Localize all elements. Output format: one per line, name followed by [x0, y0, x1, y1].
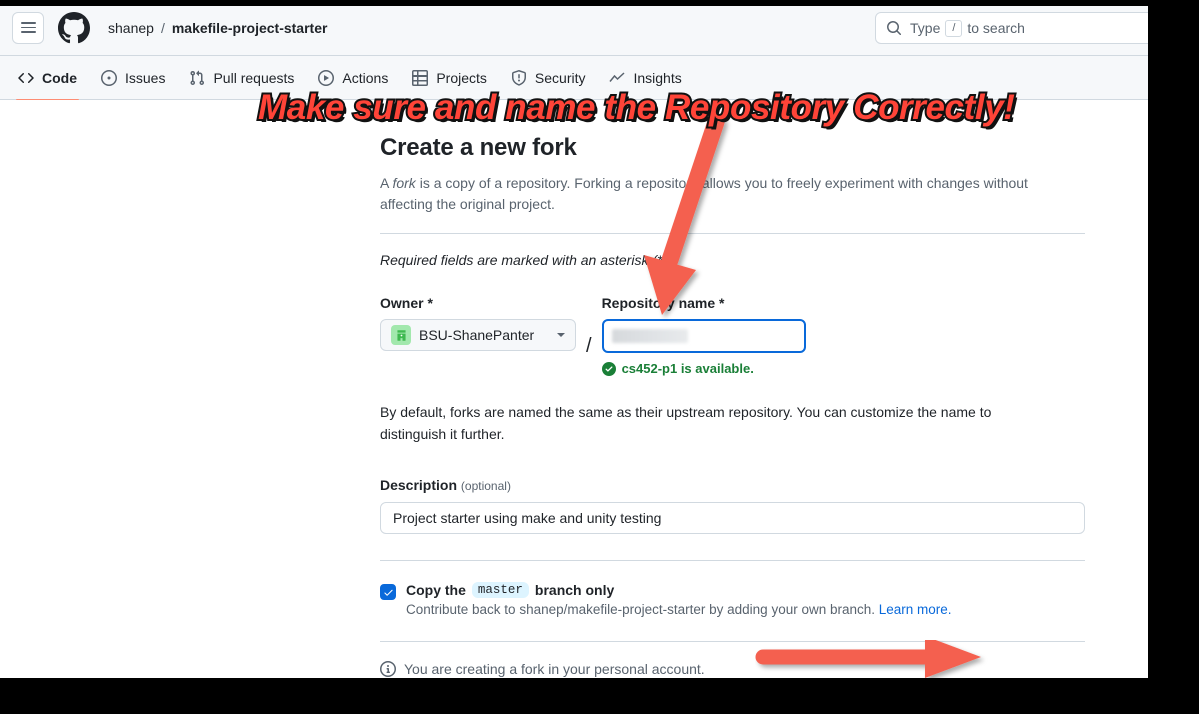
tab-pull-requests[interactable]: Pull requests	[179, 56, 304, 100]
form-description: A fork is a copy of a repository. Forkin…	[380, 173, 1060, 215]
code-icon	[18, 72, 34, 83]
learn-more-link[interactable]: Learn more.	[879, 602, 952, 617]
repository-name-label: Repository name *	[601, 295, 725, 311]
slash-key-badge: /	[945, 19, 963, 37]
tab-insights-label: Insights	[633, 69, 682, 86]
divider	[380, 560, 1085, 562]
copy-branch-title: Copy the master branch only	[406, 582, 952, 599]
fork-naming-note: By default, forks are named the same as …	[380, 404, 992, 442]
graph-icon	[609, 71, 625, 82]
breadcrumb-repo[interactable]: makefile-project-starter	[172, 20, 328, 36]
main-content: Create a new fork A fork is a copy of a …	[0, 100, 1199, 712]
git-pull-request-icon	[190, 70, 205, 85]
description-value: Project starter using make and unity tes…	[393, 510, 662, 527]
search-icon	[887, 21, 902, 36]
check-icon	[383, 589, 393, 596]
search-placeholder-suffix: to search	[967, 20, 1025, 36]
copy-branch-option: Copy the master branch only Contribute b…	[380, 582, 1085, 617]
search-input[interactable]: Type / to search	[875, 12, 1199, 44]
tab-projects-label: Projects	[436, 69, 487, 86]
availability-message: cs452-p1 is available.	[601, 361, 806, 376]
form-description-emphasis: fork	[392, 175, 416, 191]
hamburger-icon-line	[20, 31, 36, 34]
owner-label: Owner *	[380, 295, 433, 311]
hamburger-icon-line	[20, 21, 36, 24]
org-avatar-icon	[391, 325, 411, 345]
branch-name-badge: master	[471, 582, 529, 599]
page-title: Create a new fork	[380, 134, 577, 161]
owner-selected-value: BSU-ShanePanter	[419, 327, 535, 343]
chevron-down-icon	[557, 333, 565, 337]
description-optional-tag: (optional)	[460, 479, 511, 494]
divider	[380, 233, 1085, 234]
create-fork-form: Create a new fork A fork is a copy of a …	[380, 134, 1085, 714]
tab-security[interactable]: Security	[501, 56, 596, 100]
copy-branch-title-suffix: branch only	[534, 582, 615, 599]
tab-projects[interactable]: Projects	[402, 56, 497, 100]
tab-pull-requests-label: Pull requests	[213, 69, 295, 86]
tab-code-label: Code	[42, 69, 77, 86]
copy-branch-title-prefix: Copy the	[406, 582, 466, 599]
repository-name-field: Repository name * cs452-p1 is available.	[601, 295, 806, 376]
hamburger-icon-line	[20, 26, 36, 29]
breadcrumb-owner[interactable]: shanep	[108, 20, 154, 36]
tab-code[interactable]: Code	[8, 56, 87, 101]
tab-actions[interactable]: Actions	[308, 56, 398, 100]
table-icon	[412, 69, 429, 86]
screenshot-root: shanep / makefile-project-starter Type /…	[0, 0, 1199, 714]
global-menu-button[interactable]	[12, 11, 44, 44]
tab-issues[interactable]: Issues	[91, 56, 175, 100]
issue-opened-icon	[101, 69, 117, 86]
copy-branch-subtext-text: Contribute back to shanep/makefile-proje…	[406, 602, 875, 618]
copy-branch-checkbox[interactable]	[380, 584, 396, 601]
personal-account-note: You are creating a fork in your personal…	[380, 661, 1085, 678]
divider	[380, 641, 1085, 643]
breadcrumb-separator: /	[160, 19, 165, 36]
tab-issues-label: Issues	[125, 69, 166, 86]
owner-field: Owner * BSU-ShanePanter	[380, 295, 576, 351]
copy-branch-text: Copy the master branch only Contribute b…	[406, 582, 952, 617]
path-separator: /	[586, 335, 592, 357]
copy-branch-subtext: Contribute back to shanep/makefile-proje…	[406, 602, 952, 617]
form-description-prefix: A	[380, 175, 393, 191]
tab-insights[interactable]: Insights	[599, 56, 691, 100]
description-label: Description (optional)	[380, 477, 1085, 493]
info-icon	[380, 661, 396, 678]
required-fields-note: Required fields are marked with an aster…	[380, 252, 672, 268]
availability-text: cs452-p1 is available.	[621, 361, 754, 376]
redacted-value	[611, 329, 688, 343]
play-icon	[318, 69, 335, 86]
github-logo-icon[interactable]	[58, 11, 90, 44]
repository-name-input[interactable]	[601, 319, 806, 353]
tab-actions-label: Actions	[342, 69, 389, 86]
shield-icon	[511, 69, 526, 86]
owner-select[interactable]: BSU-ShanePanter	[380, 319, 576, 351]
tab-security-label: Security	[534, 69, 586, 86]
global-header: shanep / makefile-project-starter Type /…	[0, 0, 1199, 56]
search-placeholder-text: Type	[910, 20, 941, 36]
description-input[interactable]: Project starter using make and unity tes…	[380, 502, 1085, 535]
personal-account-note-text: You are creating a fork in your personal…	[404, 661, 705, 678]
divider	[380, 698, 1085, 700]
owner-and-name-row: Owner * BSU-ShanePanter / Repository nam…	[380, 295, 1085, 376]
search-placeholder: Type / to search	[910, 19, 1025, 37]
description-label-text: Description	[380, 477, 458, 494]
check-circle-icon	[601, 361, 616, 376]
repository-nav: Code Issues Pull requests Actions Projec…	[0, 56, 1199, 101]
breadcrumb: shanep / makefile-project-starter	[108, 20, 327, 36]
form-description-rest: is a copy of a repository. Forking a rep…	[380, 175, 1028, 212]
